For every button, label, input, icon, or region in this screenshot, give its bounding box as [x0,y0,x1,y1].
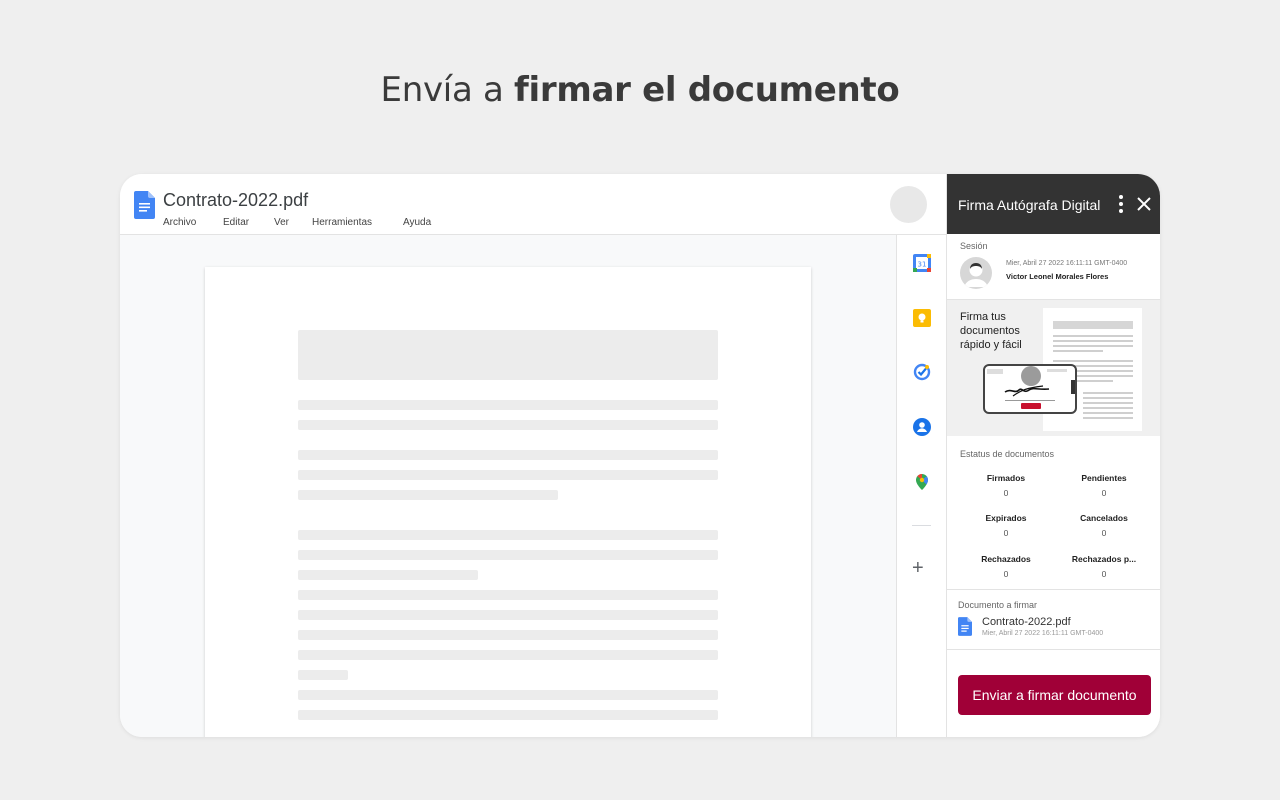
add-icon[interactable]: + [912,558,924,578]
tasks-icon[interactable] [913,363,931,381]
more-options-icon[interactable] [1119,195,1123,215]
stat-label: Expirados [985,513,1027,523]
headline: Envía a firmar el documento [0,70,1280,110]
menu-ayuda[interactable]: Ayuda [403,217,431,228]
stat-cancelados: Cancelados 0 [1054,513,1154,538]
placeholder-line [298,570,478,580]
stat-rechazados: Rechazados 0 [956,554,1056,579]
stat-value: 0 [1101,528,1107,538]
google-docs-icon[interactable] [134,191,155,224]
placeholder-block [298,330,718,380]
user-avatar [960,257,992,289]
menu-herramientas[interactable]: Herramientas [312,217,403,228]
stat-pendientes: Pendientes 0 [1054,473,1154,498]
placeholder-line [298,490,558,500]
app-window: Contrato-2022.pdf Archivo Editar Ver Her… [120,174,1160,737]
signature-panel: Firma Autógrafa Digital Sesión Mier, Abr… [946,174,1160,737]
placeholder-line [298,550,718,560]
maps-icon[interactable] [913,473,931,491]
headline-normal: Envía a [380,70,515,110]
stat-expirados: Expirados 0 [956,513,1056,538]
signing-tablet-illustration [983,362,1079,427]
placeholder-line [298,610,718,620]
placeholder-line [298,530,718,540]
rail-divider [912,525,931,526]
doc-to-sign-name: Contrato-2022.pdf [982,616,1071,628]
placeholder-line [298,670,348,680]
stat-value: 0 [1003,528,1009,538]
headline-bold: firmar el documento [514,70,900,110]
document-canvas [120,235,896,737]
status-label: Estatus de documentos [960,449,1055,459]
session-date: Mier, Abril 27 2022 16:11:11 GMT-0400 [1006,260,1128,267]
placeholder-line [298,650,718,660]
stat-label: Pendientes [1081,473,1127,483]
placeholder-line [298,590,718,600]
stat-label: Cancelados [1080,513,1128,523]
stat-firmados: Firmados 0 [956,473,1056,498]
menu-ver[interactable]: Ver [274,217,312,228]
placeholder-line [298,690,718,700]
stat-value: 0 [1101,569,1107,579]
account-avatar[interactable] [890,186,927,223]
menu-editar[interactable]: Editar [223,217,274,228]
side-rail: 31 + [896,235,946,737]
send-to-sign-button[interactable]: Enviar a firmar documento [958,675,1151,715]
menu-bar: Archivo Editar Ver Herramientas Ayuda [163,217,431,228]
stat-value: 0 [1003,569,1009,579]
stat-label: Firmados [986,473,1026,483]
stat-rechazados-p: Rechazados p... 0 [1054,554,1154,579]
panel-header: Firma Autógrafa Digital [947,174,1160,234]
contacts-icon[interactable] [913,418,931,436]
file-doc-icon [958,617,972,641]
docs-header: Contrato-2022.pdf Archivo Editar Ver Her… [120,174,946,235]
stat-value: 0 [1003,488,1009,498]
divider [947,589,1160,590]
placeholder-line [298,400,718,410]
promo-banner: Firma tus documentos rápido y fácil [947,299,1160,436]
stat-label: Rechazados p... [1071,554,1137,564]
placeholder-line [298,450,718,460]
session-name: Victor Leonel Morales Flores [1006,272,1109,281]
divider [947,649,1160,650]
svg-text:31: 31 [918,261,927,269]
placeholder-line [298,420,718,430]
menu-archivo[interactable]: Archivo [163,217,223,228]
placeholder-line [298,470,718,480]
document-page [205,267,811,737]
close-icon[interactable] [1136,196,1152,212]
placeholder-line [298,710,718,720]
panel-title: Firma Autógrafa Digital [958,197,1101,213]
keep-icon[interactable] [913,309,931,327]
doc-title[interactable]: Contrato-2022.pdf [163,190,308,211]
promo-text: Firma tus documentos rápido y fácil [960,311,1022,351]
doc-to-sign-label: Documento a firmar [958,600,1038,610]
calendar-icon[interactable]: 31 [913,254,931,272]
session-label: Sesión [960,241,988,251]
placeholder-line [298,630,718,640]
stat-value: 0 [1101,488,1107,498]
doc-to-sign-date: Mier, Abril 27 2022 16:11:11 GMT-0400 [982,630,1104,637]
stat-label: Rechazados [981,554,1031,564]
